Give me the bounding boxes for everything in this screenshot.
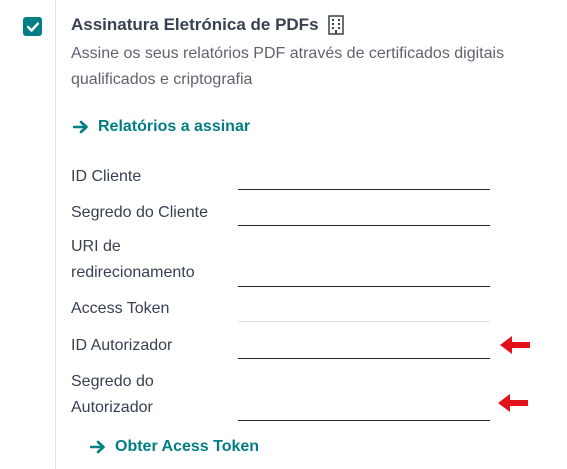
authorizer-id-label: ID Autorizador xyxy=(71,337,173,354)
client-id-field[interactable] xyxy=(238,165,490,190)
redirect-uri-field[interactable] xyxy=(238,262,490,287)
authorizer-id-field[interactable] xyxy=(238,334,490,359)
section-divider xyxy=(55,0,56,469)
setting-title: Assinatura Eletrónica de PDFs xyxy=(71,15,319,34)
access-token-field[interactable] xyxy=(238,297,490,322)
checkmark-icon xyxy=(26,21,39,32)
setting-header: Assinatura Eletrónica de PDFs xyxy=(71,12,344,38)
client-secret-label: Segredo do Cliente xyxy=(71,204,208,221)
annotation-arrow-icon xyxy=(500,336,530,354)
authorizer-secret-field[interactable] xyxy=(238,396,490,421)
get-access-token-link[interactable]: Obter Acess Token xyxy=(90,438,259,456)
reports-to-sign-link[interactable]: Relatórios a assinar xyxy=(73,118,250,136)
authorizer-secret-label: Segredo do Autorizador xyxy=(71,373,154,416)
get-access-token-label: Obter Acess Token xyxy=(115,438,260,455)
reports-to-sign-label: Relatórios a assinar xyxy=(98,118,251,135)
arrow-right-icon xyxy=(90,440,105,454)
setting-description: Assine os seus relatórios PDF através de… xyxy=(71,45,505,88)
arrow-right-icon xyxy=(73,120,88,134)
client-secret-field[interactable] xyxy=(238,201,490,226)
client-id-label: ID Cliente xyxy=(71,168,142,185)
redirect-uri-label: URI de redirecionamento xyxy=(71,238,195,281)
enable-pdf-signature-checkbox[interactable] xyxy=(23,17,42,36)
building-icon xyxy=(327,15,344,35)
annotation-arrow-icon xyxy=(498,394,528,412)
access-token-label: Access Token xyxy=(71,300,170,317)
